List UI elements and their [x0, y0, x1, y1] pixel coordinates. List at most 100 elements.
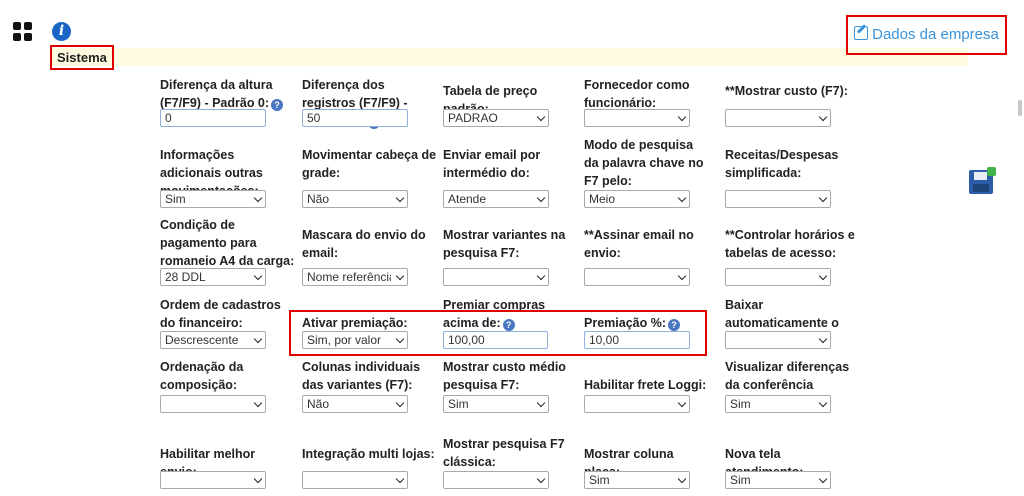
coluna-placa-select[interactable]: Sim: [584, 471, 690, 489]
enviar-email-select[interactable]: Atende: [443, 190, 549, 208]
chevron-down-icon: [395, 398, 405, 408]
modo-pesquisa-select[interactable]: Meio: [584, 190, 690, 208]
chevron-down-icon: [818, 474, 828, 484]
mascara-envio-value: Nome referência e: [307, 270, 391, 284]
save-icon[interactable]: [969, 167, 996, 194]
condicao-pagamento-label: Condição de pagamento para romaneio A4 d…: [160, 216, 295, 270]
controlar-horarios-label-text: **Controlar horários e tabelas de acesso…: [725, 228, 855, 260]
diferenca-altura-label-text: Diferença da altura (F7/F9) - Padrão 0:: [160, 78, 273, 110]
diferenca-altura-label: Diferença da altura (F7/F9) - Padrão 0:?: [160, 76, 295, 112]
tabela-preco-value: PADRAO: [448, 111, 498, 125]
ordenacao-composicao-label-text: Ordenação da composição:: [160, 360, 244, 392]
movimentar-cabeca-select[interactable]: Não: [302, 190, 408, 208]
chevron-down-icon: [536, 112, 546, 122]
modo-pesquisa-label: Modo de pesquisa da palavra chave no F7 …: [584, 136, 709, 190]
assinar-email-label-text: **Assinar email no envio:: [584, 228, 694, 260]
enviar-email-label: Enviar email por intermédio do:: [443, 146, 578, 182]
receitas-despesas-label-text: Receitas/Despesas simplificada:: [725, 148, 839, 180]
assinar-email-select[interactable]: [584, 268, 690, 286]
enviar-email-label-text: Enviar email por intermédio do:: [443, 148, 541, 180]
chevron-down-icon: [536, 474, 546, 484]
movimentar-cabeca-value: Não: [307, 192, 330, 206]
mostrar-variantes-label: Mostrar variantes na pesquisa F7:: [443, 226, 578, 262]
receitas-despesas-select[interactable]: [725, 190, 831, 208]
visualizar-diferencas-select[interactable]: Sim: [725, 395, 831, 413]
mostrar-custo-select[interactable]: [725, 109, 831, 127]
company-data-link[interactable]: Dados da empresa: [846, 15, 1007, 55]
edit-icon: [854, 26, 869, 40]
integracao-multilojas-select[interactable]: [302, 471, 408, 489]
integracao-multilojas-label: Integração multi lojas:: [302, 445, 437, 463]
modo-pesquisa-label-text: Modo de pesquisa da palavra chave no F7 …: [584, 138, 704, 188]
mostrar-custo-medio-label: Mostrar custo médio pesquisa F7:: [443, 358, 578, 394]
chevron-down-icon: [253, 398, 263, 408]
ordem-cadastros-label-text: Ordem de cadastros do financeiro:: [160, 298, 281, 330]
chevron-down-icon: [818, 271, 828, 281]
apps-grid-icon[interactable]: [13, 22, 33, 42]
baixar-lote-select[interactable]: [725, 331, 831, 349]
condicao-pagamento-label-text: Condição de pagamento para romaneio A4 d…: [160, 218, 295, 268]
info-icon[interactable]: i: [52, 22, 71, 41]
chevron-down-icon: [677, 193, 687, 203]
frete-loggi-label: Habilitar frete Loggi:: [584, 376, 709, 394]
mostrar-custo-label-text: **Mostrar custo (F7):: [725, 84, 848, 98]
chevron-down-icon: [536, 271, 546, 281]
frete-loggi-label-text: Habilitar frete Loggi:: [584, 378, 707, 392]
diferenca-altura-input[interactable]: 0: [160, 109, 266, 127]
mostrar-custo-label: **Mostrar custo (F7):: [725, 82, 855, 100]
frete-loggi-select[interactable]: [584, 395, 690, 413]
ordem-cadastros-value: Descrescente: [165, 333, 239, 347]
fornecedor-funcionario-select[interactable]: [584, 109, 690, 127]
chevron-down-icon: [395, 193, 405, 203]
diferenca-registros-input[interactable]: 50: [302, 109, 408, 127]
chevron-down-icon: [536, 398, 546, 408]
pesquisa-classica-select[interactable]: [443, 471, 549, 489]
help-icon[interactable]: ?: [271, 99, 284, 111]
enviar-email-value: Atende: [448, 192, 487, 206]
section-band: [52, 48, 968, 66]
chevron-down-icon: [677, 112, 687, 122]
chevron-down-icon: [677, 474, 687, 484]
ordenacao-composicao-label: Ordenação da composição:: [160, 358, 295, 394]
chevron-down-icon: [536, 193, 546, 203]
chevron-down-icon: [253, 474, 263, 484]
visualizar-diferencas-label: Visualizar diferenças da conferência: [725, 358, 855, 394]
melhor-envio-select[interactable]: [160, 471, 266, 489]
mascara-envio-select[interactable]: Nome referência e: [302, 268, 408, 286]
mostrar-custo-medio-label-text: Mostrar custo médio pesquisa F7:: [443, 360, 566, 392]
controlar-horarios-select[interactable]: [725, 268, 831, 286]
chevron-down-icon: [818, 398, 828, 408]
chevron-down-icon: [253, 193, 263, 203]
colunas-individuais-value: Não: [307, 397, 330, 411]
section-label-sistema: Sistema: [50, 45, 114, 70]
mostrar-custo-medio-select[interactable]: Sim: [443, 395, 549, 413]
chevron-down-icon: [818, 334, 828, 344]
chevron-down-icon: [677, 398, 687, 408]
info-adicionais-select[interactable]: Sim: [160, 190, 266, 208]
integracao-multilojas-label-text: Integração multi lojas:: [302, 447, 435, 461]
movimentar-cabeca-label-text: Movimentar cabeça de grade:: [302, 148, 437, 180]
condicao-pagamento-select[interactable]: 28 DDL: [160, 268, 266, 286]
tabela-preco-select[interactable]: PADRAO: [443, 109, 549, 127]
mascara-envio-label: Mascara do envio do email:: [302, 226, 437, 262]
ordenacao-composicao-select[interactable]: [160, 395, 266, 413]
colunas-individuais-label: Colunas individuais das variantes (F7):: [302, 358, 437, 394]
ordem-cadastros-select[interactable]: Descrescente: [160, 331, 266, 349]
chevron-down-icon: [818, 193, 828, 203]
mostrar-variantes-select[interactable]: [443, 268, 549, 286]
pesquisa-classica-label: Mostrar pesquisa F7 clássica:: [443, 435, 578, 471]
nova-tela-select[interactable]: Sim: [725, 471, 831, 489]
condicao-pagamento-value: 28 DDL: [165, 270, 206, 284]
fornecedor-funcionario-label-text: Fornecedor como funcionário:: [584, 78, 690, 110]
info-adicionais-value: Sim: [165, 192, 186, 206]
chevron-down-icon: [818, 112, 828, 122]
visualizar-diferencas-label-text: Visualizar diferenças da conferência: [725, 360, 850, 392]
company-data-label: Dados da empresa: [872, 26, 999, 43]
scrollbar-thumb[interactable]: [1018, 100, 1022, 116]
colunas-individuais-label-text: Colunas individuais das variantes (F7):: [302, 360, 421, 392]
modo-pesquisa-value: Meio: [589, 192, 616, 206]
movimentar-cabeca-label: Movimentar cabeça de grade:: [302, 146, 437, 182]
chevron-down-icon: [677, 271, 687, 281]
chevron-down-icon: [395, 474, 405, 484]
colunas-individuais-select[interactable]: Não: [302, 395, 408, 413]
